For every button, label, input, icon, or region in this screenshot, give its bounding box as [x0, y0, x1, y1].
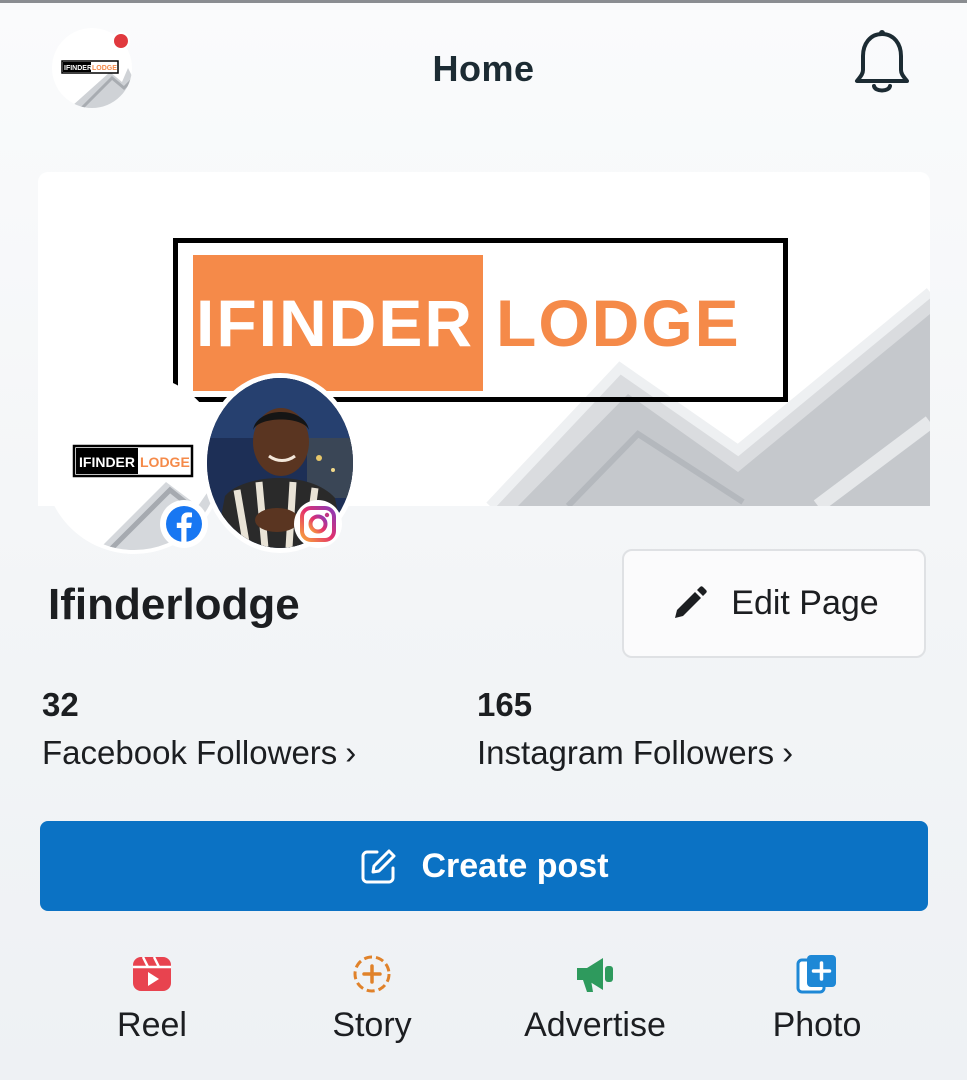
instagram-followers-link[interactable]: Instagram Followers ›	[477, 734, 793, 772]
megaphone-icon	[577, 958, 613, 992]
reel-icon	[133, 956, 171, 991]
instagram-followers-label: Instagram Followers	[477, 734, 775, 771]
facebook-followers-label: Facebook Followers	[42, 734, 338, 771]
logo-text-ifinder: IFINDER	[196, 286, 474, 360]
compose-icon	[361, 849, 396, 884]
pencil-icon	[675, 585, 708, 618]
chevron-right-icon: ›	[345, 734, 357, 771]
top-divider	[0, 0, 967, 3]
create-post-label: Create post	[421, 846, 609, 885]
edit-page-label: Edit Page	[731, 584, 879, 622]
logo-text-lodge: LODGE	[496, 286, 741, 360]
avatar-logo-ifinder: IFINDER	[79, 454, 135, 470]
avatar-logo-lodge: LODGE	[140, 454, 190, 470]
facebook-icon	[166, 506, 202, 542]
facebook-followers-count: 32	[42, 686, 79, 723]
page-title: Home	[432, 48, 535, 89]
instagram-icon	[300, 506, 336, 542]
bell-icon[interactable]	[850, 28, 914, 98]
cover-logo: IFINDER LODGE	[173, 238, 788, 402]
photo-add-icon	[796, 955, 836, 994]
instagram-badge	[294, 500, 342, 548]
page-name: Ifinderlodge	[48, 580, 300, 629]
story-button[interactable]: Story	[272, 952, 472, 1045]
reel-label: Reel	[117, 1006, 187, 1044]
chevron-right-icon: ›	[782, 734, 794, 771]
create-post-button[interactable]: Create post	[40, 821, 928, 911]
facebook-badge	[160, 500, 208, 548]
instagram-followers-count: 165	[477, 686, 533, 723]
edit-page-button[interactable]: Edit Page	[622, 549, 926, 658]
photo-label: Photo	[772, 1006, 862, 1044]
story-label: Story	[332, 1006, 412, 1044]
reel-button[interactable]: Reel	[52, 952, 252, 1045]
photo-button[interactable]: Photo	[717, 952, 917, 1045]
advertise-button[interactable]: Advertise	[495, 952, 695, 1045]
advertise-label: Advertise	[524, 1006, 666, 1044]
facebook-followers-link[interactable]: Facebook Followers ›	[42, 734, 356, 772]
story-icon	[353, 955, 391, 993]
